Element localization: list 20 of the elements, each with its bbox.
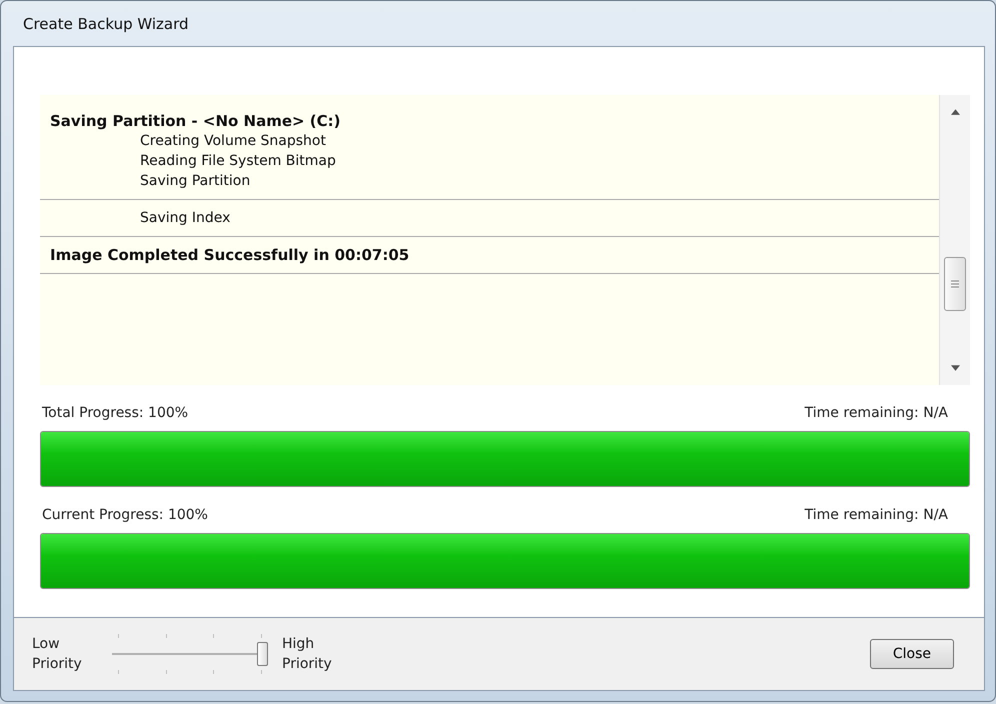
window-title: Create Backup Wizard <box>23 14 189 32</box>
scrollbar[interactable] <box>939 95 970 385</box>
scrollbar-thumb[interactable] <box>944 257 966 311</box>
log-step: Saving Index <box>50 208 929 228</box>
close-button[interactable]: Close <box>870 639 954 669</box>
log-step: Reading File System Bitmap <box>50 151 929 171</box>
priority-label: High Priority <box>282 635 333 674</box>
time-remaining: Time remaining: N/A <box>804 405 948 421</box>
scroll-up-icon[interactable] <box>950 109 960 115</box>
log-step: Creating Volume Snapshot <box>50 131 929 151</box>
progress-label: Current Progress: 100% <box>42 507 208 523</box>
grip-icon <box>951 280 959 288</box>
progress-label: Total Progress: 100% <box>42 405 188 421</box>
time-remaining: Time remaining: N/A <box>804 507 948 523</box>
log-heading: Image Completed Successfully in 00:07:05 <box>50 245 410 265</box>
slider-thumb[interactable] <box>257 642 268 666</box>
log-heading: Saving Partition - <No Name> (C:) <box>50 111 342 131</box>
log-step: Saving Partition <box>50 171 929 191</box>
priority-label: Low Priority <box>32 635 83 674</box>
scroll-down-icon[interactable] <box>950 365 960 371</box>
